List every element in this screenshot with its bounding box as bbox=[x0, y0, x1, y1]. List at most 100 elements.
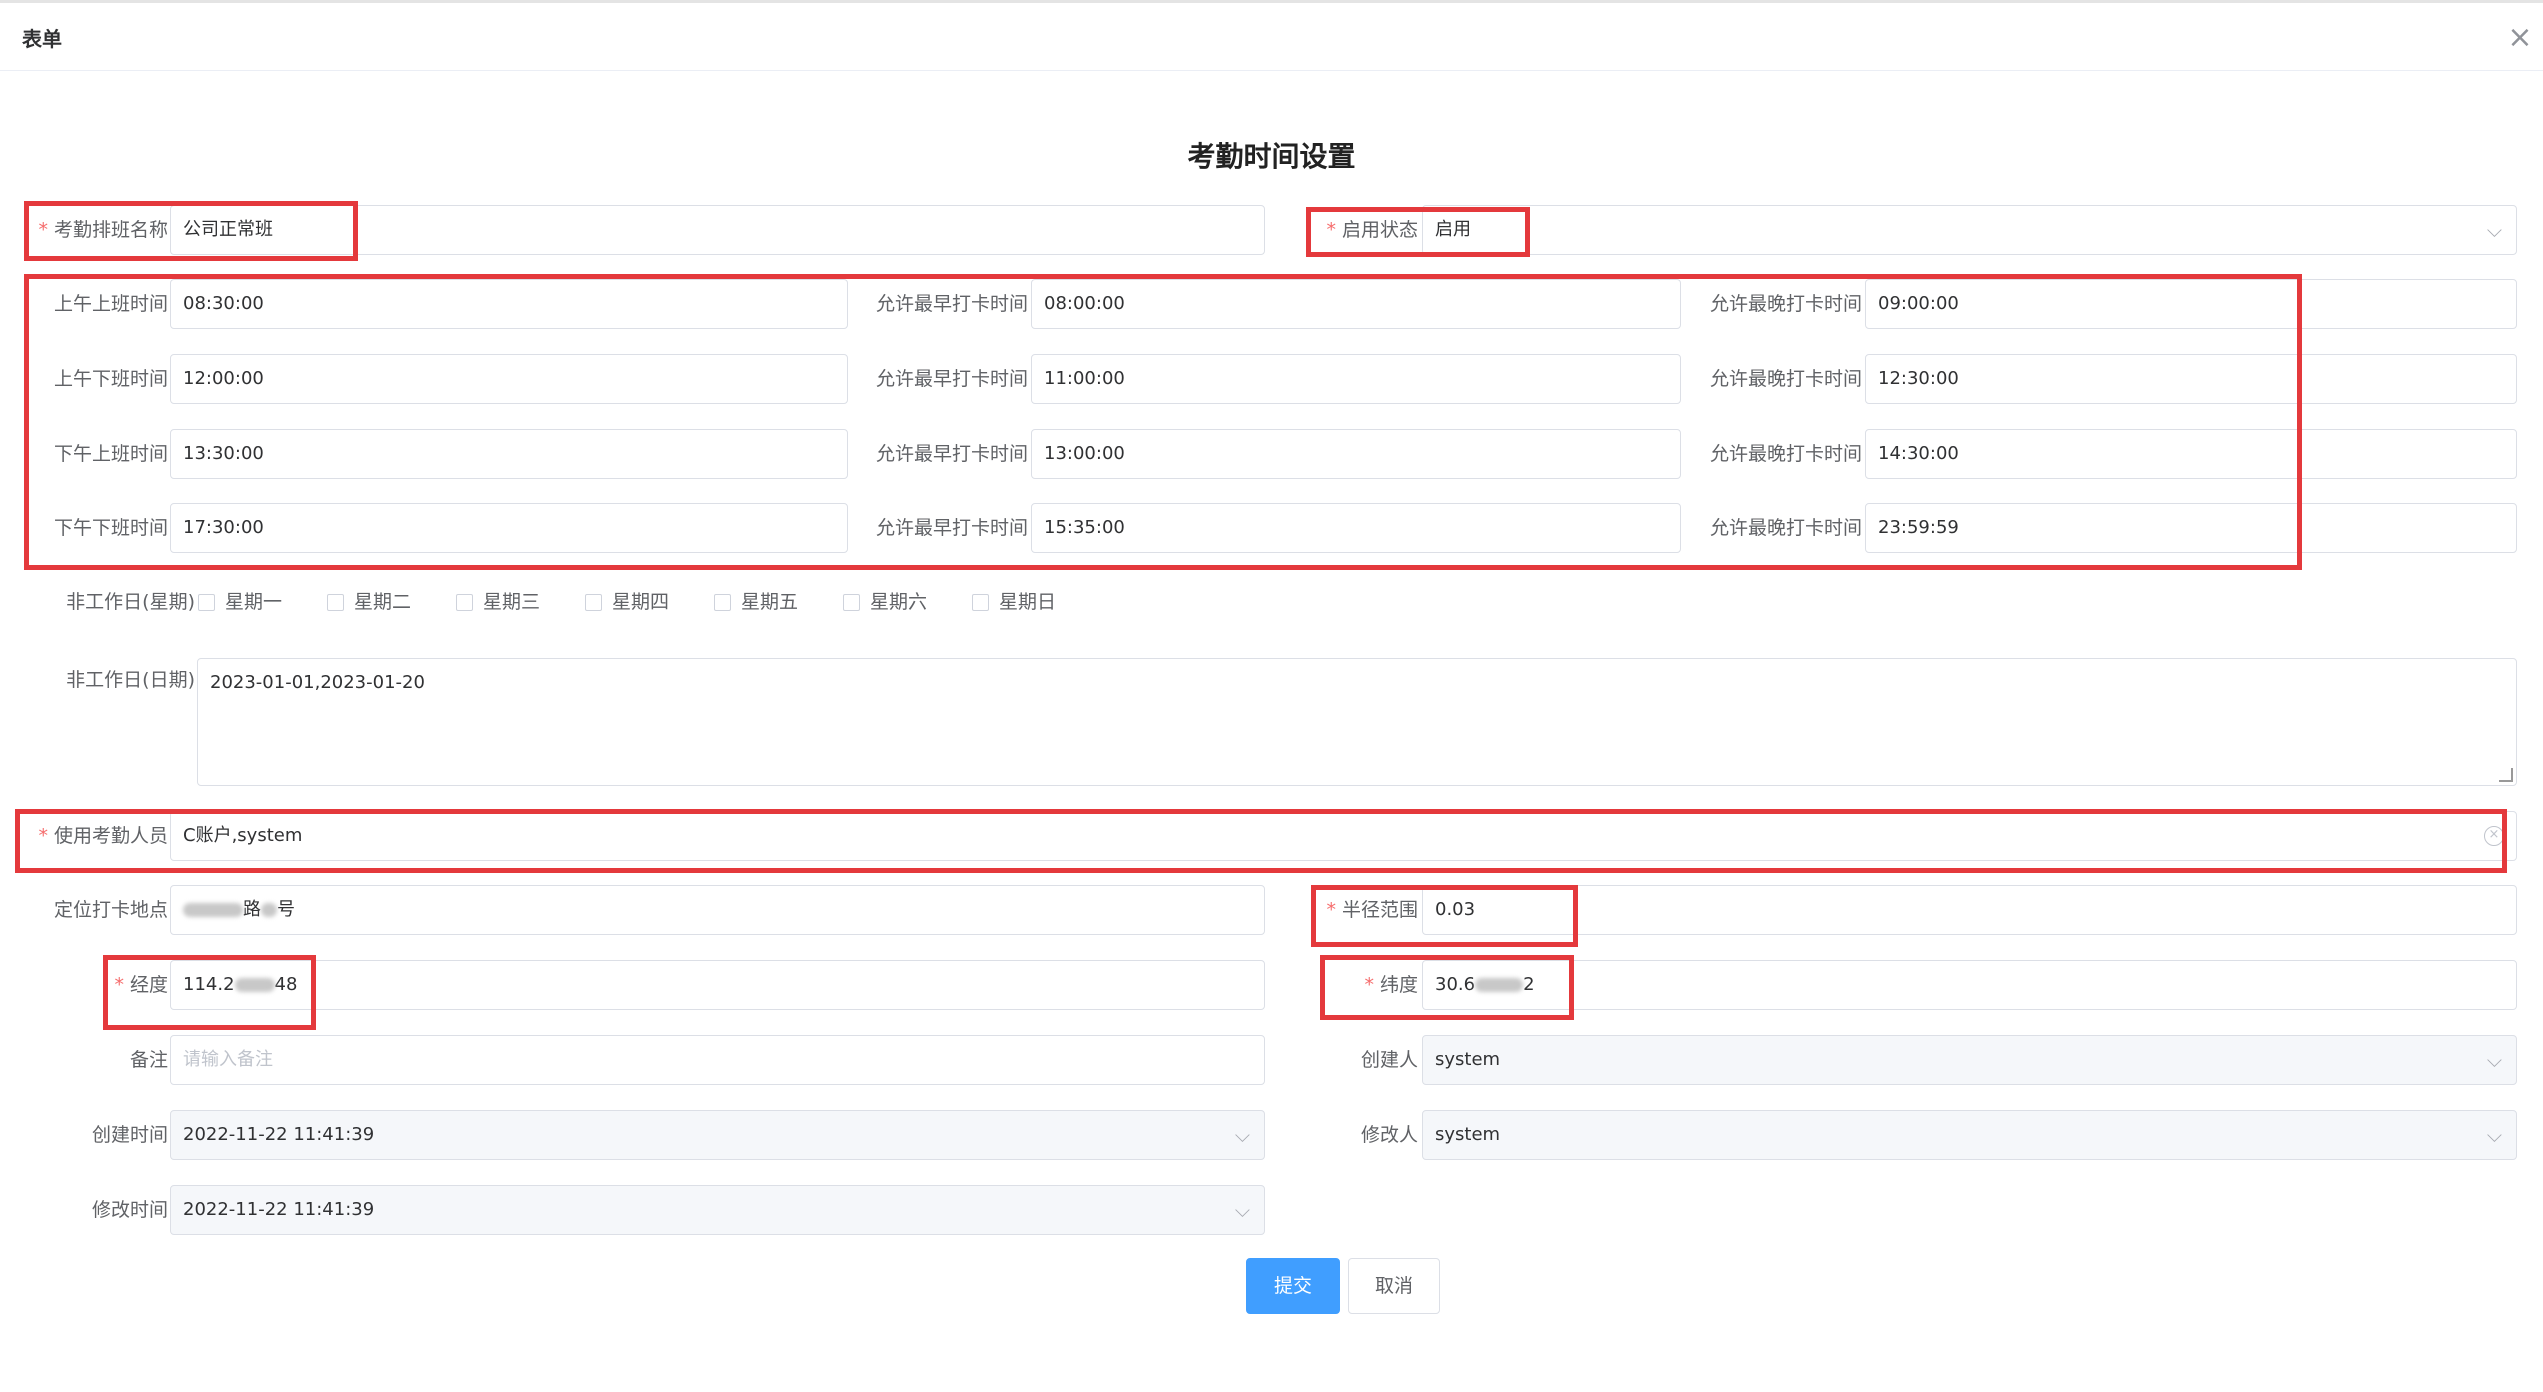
radius-label-text: 半径范围 bbox=[1341, 899, 1418, 921]
earliest-label: 允许最早打卡时间 bbox=[875, 368, 1028, 390]
chevron-down-icon: ⌵ bbox=[2486, 218, 2502, 242]
checkbox-box[interactable] bbox=[972, 593, 989, 611]
weekday-option-label: 星期日 bbox=[999, 591, 1057, 613]
required-mark: * bbox=[38, 825, 48, 847]
modified-at-label: 修改时间 bbox=[91, 1199, 168, 1221]
close-icon[interactable]: × bbox=[2505, 23, 2535, 54]
weekdays-label: 非工作日(星期) bbox=[66, 591, 195, 613]
latitude-label: * 纬度 bbox=[1300, 960, 1418, 1010]
required-mark: * bbox=[1364, 974, 1374, 996]
weekday-checkbox[interactable]: 星期五 bbox=[714, 590, 843, 614]
weekday-option-label: 星期三 bbox=[483, 591, 541, 613]
creator-value: system bbox=[1435, 1049, 1501, 1070]
latest-label: 允许最晚打卡时间 bbox=[1709, 293, 1862, 315]
clear-icon[interactable]: × bbox=[2484, 826, 2504, 846]
redacted-text bbox=[261, 903, 277, 917]
users-value: C账户,system bbox=[183, 825, 303, 846]
checkbox-box[interactable] bbox=[327, 593, 344, 611]
required-mark: * bbox=[1326, 899, 1336, 921]
latest-label: 允许最晚打卡时间 bbox=[1709, 517, 1862, 539]
resize-handle[interactable] bbox=[2499, 768, 2513, 782]
time-input[interactable]: 12:00:00 bbox=[170, 354, 848, 404]
status-select[interactable]: 启用 ⌵ bbox=[1422, 205, 2517, 255]
earliest-input[interactable]: 13:00:00 bbox=[1031, 429, 1681, 479]
location-label: 定位打卡地点 bbox=[53, 899, 168, 921]
chevron-down-icon: ⌵ bbox=[1234, 1123, 1250, 1147]
weekday-checkbox[interactable]: 星期六 bbox=[843, 590, 972, 614]
shift-name-input[interactable]: 公司正常班 bbox=[170, 205, 1265, 255]
earliest-label: 允许最早打卡时间 bbox=[875, 443, 1028, 465]
latest-input[interactable]: 23:59:59 bbox=[1865, 503, 2517, 553]
redacted-text bbox=[234, 978, 275, 992]
required-mark: * bbox=[38, 219, 48, 241]
submit-button[interactable]: 提交 bbox=[1246, 1258, 1340, 1314]
earliest-input[interactable]: 11:00:00 bbox=[1031, 354, 1681, 404]
weekday-checkbox[interactable]: 星期日 bbox=[972, 590, 1101, 614]
latest-input[interactable]: 14:30:00 bbox=[1865, 429, 2517, 479]
earliest-label: 允许最早打卡时间 bbox=[875, 517, 1028, 539]
time-row-label: 下午上班时间 bbox=[53, 443, 168, 465]
modifier-label: 修改人 bbox=[1360, 1124, 1418, 1146]
time-row-label: 上午下班时间 bbox=[53, 368, 168, 390]
checkbox-box[interactable] bbox=[843, 593, 860, 611]
users-label: * 使用考勤人员 bbox=[20, 811, 168, 861]
modifier-select[interactable]: system ⌵ bbox=[1422, 1110, 2517, 1160]
weekday-checkbox[interactable]: 星期四 bbox=[585, 590, 714, 614]
users-label-text: 使用考勤人员 bbox=[53, 825, 168, 847]
earliest-input[interactable]: 08:00:00 bbox=[1031, 279, 1681, 329]
weekday-checkbox[interactable]: 星期二 bbox=[327, 590, 456, 614]
longitude-label: * 经度 bbox=[20, 960, 168, 1010]
weekday-option-label: 星期二 bbox=[354, 591, 412, 613]
shift-name-label: * 考勤排班名称 bbox=[20, 205, 168, 255]
location-suffix: 号 bbox=[277, 899, 295, 920]
checkbox-box[interactable] bbox=[585, 593, 602, 611]
status-label-text: 启用状态 bbox=[1341, 219, 1418, 241]
weekday-option-label: 星期一 bbox=[225, 591, 283, 613]
created-at-label: 创建时间 bbox=[91, 1124, 168, 1146]
time-input[interactable]: 17:30:00 bbox=[170, 503, 848, 553]
earliest-label: 允许最早打卡时间 bbox=[875, 293, 1028, 315]
time-input[interactable]: 13:30:00 bbox=[170, 429, 848, 479]
remark-label: 备注 bbox=[129, 1049, 168, 1071]
weekday-option-label: 星期五 bbox=[741, 591, 799, 613]
dates-textarea[interactable]: 2023-01-01,2023-01-20 bbox=[197, 658, 2517, 786]
redacted-text bbox=[1475, 978, 1524, 992]
latest-input[interactable]: 12:30:00 bbox=[1865, 354, 2517, 404]
cancel-button[interactable]: 取消 bbox=[1348, 1258, 1440, 1314]
form-title: 考勤时间设置 bbox=[1187, 140, 1356, 173]
time-row-label: 上午上班时间 bbox=[53, 293, 168, 315]
checkbox-box[interactable] bbox=[456, 593, 473, 611]
modifier-value: system bbox=[1435, 1124, 1501, 1145]
longitude-suffix: 48 bbox=[274, 974, 298, 995]
location-input[interactable]: 路号 bbox=[170, 885, 1265, 935]
required-mark: * bbox=[114, 974, 124, 996]
remark-input[interactable]: 请输入备注 bbox=[170, 1035, 1265, 1085]
checkbox-box[interactable] bbox=[714, 593, 731, 611]
creator-label: 创建人 bbox=[1360, 1049, 1418, 1071]
longitude-input[interactable]: 114.2 48 bbox=[170, 960, 1265, 1010]
modified-at-value: 2022-11-22 11:41:39 bbox=[183, 1199, 375, 1220]
weekday-checkbox-group: 星期一 星期二 星期三 星期四 星期五 星期六 星期日 bbox=[198, 590, 1101, 614]
users-input[interactable]: C账户,system × bbox=[170, 811, 2517, 861]
creator-select[interactable]: system ⌵ bbox=[1422, 1035, 2517, 1085]
weekday-checkbox[interactable]: 星期三 bbox=[456, 590, 585, 614]
longitude-prefix: 114.2 bbox=[183, 974, 235, 995]
dates-label: 非工作日(日期) bbox=[66, 669, 195, 691]
latitude-input[interactable]: 30.6 2 bbox=[1422, 960, 2517, 1010]
chevron-down-icon: ⌵ bbox=[1234, 1198, 1250, 1222]
radius-input[interactable]: 0.03 bbox=[1422, 885, 2517, 935]
latest-label: 允许最晚打卡时间 bbox=[1709, 443, 1862, 465]
dates-value: 2023-01-01,2023-01-20 bbox=[210, 672, 425, 693]
time-input[interactable]: 08:30:00 bbox=[170, 279, 848, 329]
status-select-value: 启用 bbox=[1435, 219, 1471, 240]
window-top-border bbox=[0, 0, 2543, 3]
earliest-input[interactable]: 15:35:00 bbox=[1031, 503, 1681, 553]
location-visible-part: 路 bbox=[243, 899, 261, 920]
checkbox-box[interactable] bbox=[198, 593, 215, 611]
latest-input[interactable]: 09:00:00 bbox=[1865, 279, 2517, 329]
modified-at-select[interactable]: 2022-11-22 11:41:39 ⌵ bbox=[170, 1185, 1265, 1235]
created-at-select[interactable]: 2022-11-22 11:41:39 ⌵ bbox=[170, 1110, 1265, 1160]
weekday-option-label: 星期四 bbox=[612, 591, 670, 613]
weekday-checkbox[interactable]: 星期一 bbox=[198, 590, 327, 614]
created-at-value: 2022-11-22 11:41:39 bbox=[183, 1124, 375, 1145]
